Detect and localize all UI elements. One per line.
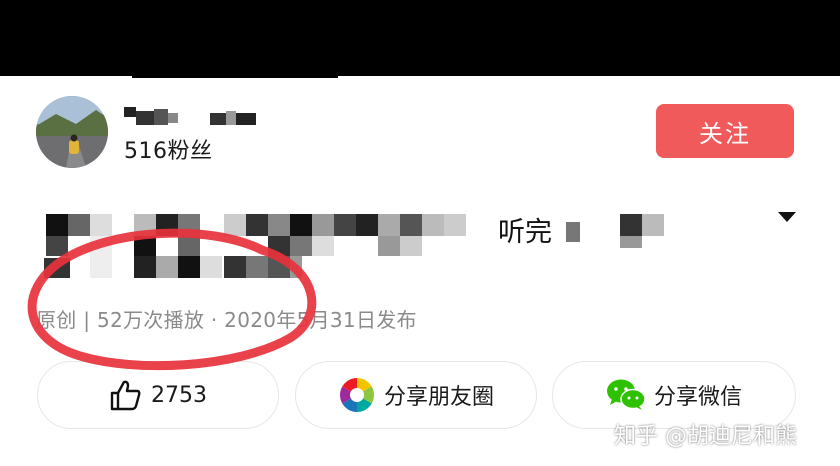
like-button[interactable]: 2753 (37, 361, 279, 429)
title-redaction-block (642, 214, 664, 236)
zhihu-watermark: 知乎 @胡迪尼和熊 (614, 424, 797, 449)
avatar[interactable] (36, 96, 108, 168)
redacted-header (0, 0, 840, 76)
follow-button[interactable]: 关注 (656, 104, 794, 158)
username-redacted (124, 105, 256, 127)
thumbs-up-icon (110, 380, 141, 411)
redacted-header-notch (132, 70, 338, 78)
chevron-down-icon[interactable] (778, 212, 796, 222)
video-meta: 原创 | 52万次播放 · 2020年5月31日发布 (36, 308, 417, 332)
fan-count: 516粉丝 (124, 139, 213, 164)
video-title-fragment: 听完 (498, 217, 552, 248)
wechat-moments-icon (340, 378, 374, 412)
share-moments-label: 分享朋友圈 (383, 385, 494, 410)
title-redaction-block (566, 222, 580, 242)
wechat-icon (606, 379, 646, 410)
like-count: 2753 (151, 382, 207, 408)
title-redaction-block (620, 214, 642, 236)
share-moments-button[interactable]: 分享朋友圈 (295, 361, 537, 429)
title-redaction-block (620, 236, 642, 248)
share-wechat-label: 分享微信 (653, 385, 742, 410)
video-title-redacted (44, 200, 484, 290)
